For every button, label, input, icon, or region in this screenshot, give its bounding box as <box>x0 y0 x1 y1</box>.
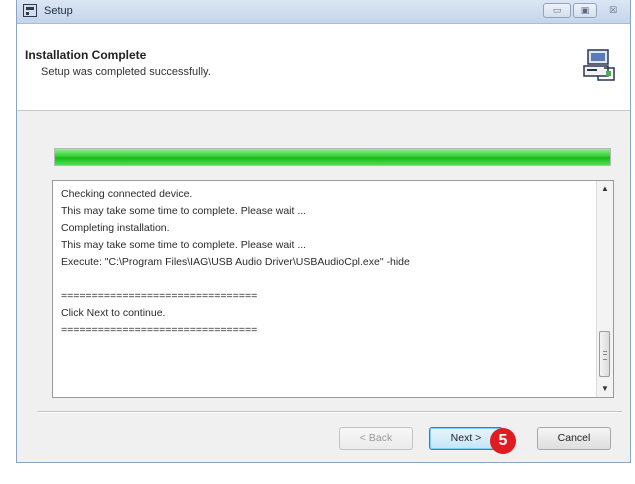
back-button[interactable]: < Back <box>339 427 413 450</box>
window-title: Setup <box>44 5 73 17</box>
log-line: Click Next to continue. <box>61 307 166 319</box>
minimize-button[interactable]: ▭ <box>543 3 571 18</box>
log-line: This may take some time to complete. Ple… <box>61 239 307 251</box>
log-lines: Checking connected device. This may take … <box>61 186 589 339</box>
title-bar[interactable]: Setup ▭ ▣ ☒ <box>17 0 630 24</box>
page-title: Installation Complete <box>25 48 147 62</box>
install-progress-bar <box>54 148 611 166</box>
setup-window: Setup ▭ ▣ ☒ Installation Complete Setup … <box>16 0 631 463</box>
install-log-box[interactable]: Checking connected device. This may take … <box>52 180 614 398</box>
scroll-down-arrow-icon[interactable]: ▼ <box>597 381 613 397</box>
log-line: Execute: "C:\Program Files\IAG\USB Audio… <box>61 256 410 268</box>
step-number-badge: 5 <box>490 428 516 454</box>
log-scrollbar[interactable]: ▲ ▼ <box>596 181 613 397</box>
log-line: Checking connected device. <box>61 188 193 200</box>
page-subtitle: Setup was completed successfully. <box>41 66 211 78</box>
computer-install-icon <box>583 49 615 81</box>
maximize-button[interactable]: ▣ <box>573 3 597 18</box>
scroll-up-arrow-icon[interactable]: ▲ <box>597 181 613 197</box>
scroll-thumb[interactable] <box>599 331 610 377</box>
log-line: Completing installation. <box>61 222 170 234</box>
log-line: ================================ <box>61 290 258 302</box>
log-line: ================================ <box>61 324 258 336</box>
setup-app-icon <box>23 4 37 17</box>
close-button[interactable]: ☒ <box>601 3 625 18</box>
button-divider <box>37 411 622 413</box>
thumb-grip-icon <box>603 351 607 360</box>
wizard-header: Installation Complete Setup was complete… <box>17 24 630 111</box>
cancel-button[interactable]: Cancel <box>537 427 611 450</box>
log-line: This may take some time to complete. Ple… <box>61 205 307 217</box>
progress-fill <box>55 149 610 165</box>
